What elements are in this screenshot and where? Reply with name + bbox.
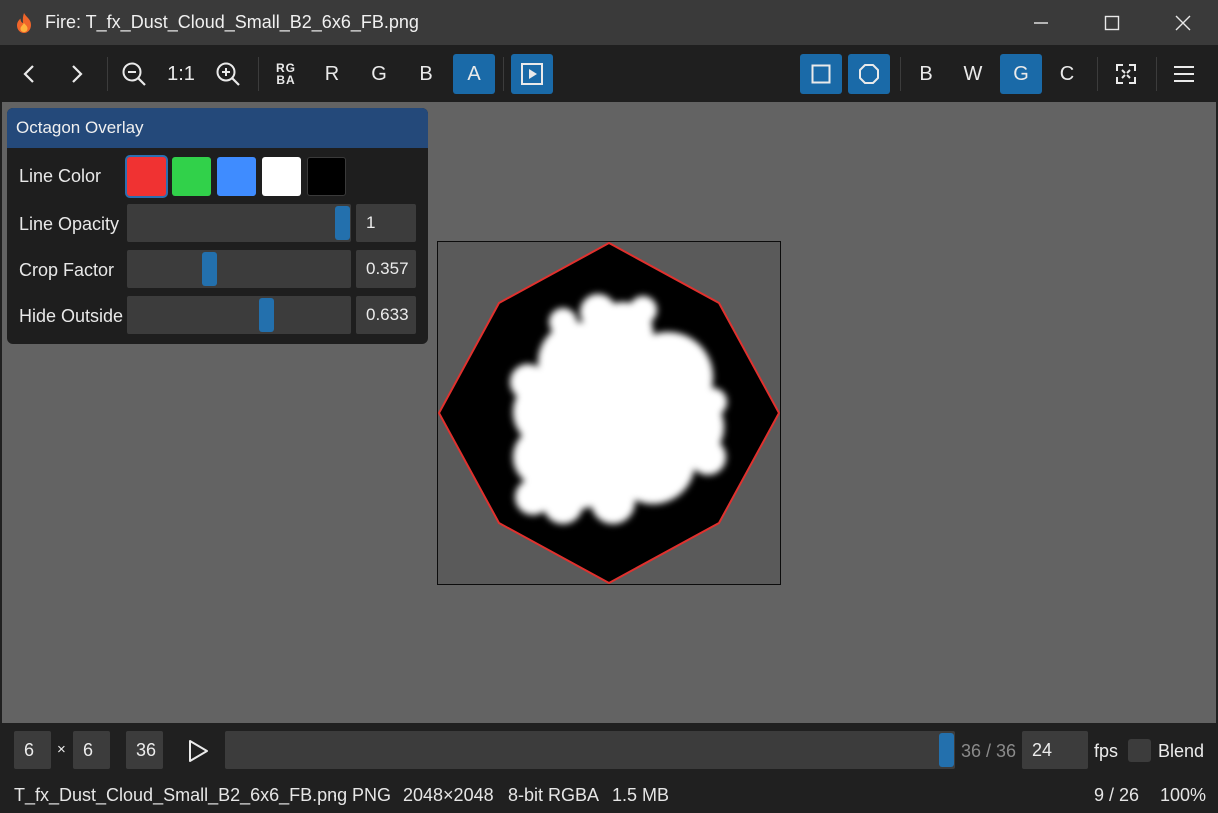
crop-factor-row: Crop Factor 0.357 [7, 250, 428, 290]
bottom-bar: 6 × 6 36 36 / 36 24 fps Blend T_fx_Dust_… [0, 723, 1218, 813]
toolbar: 1:1 RG BA R G B A B W G C [0, 45, 1218, 102]
play-icon [189, 740, 208, 762]
minimize-icon [1033, 21, 1048, 24]
rgba-icon-bottom: BA [276, 73, 296, 87]
times-sign: × [57, 741, 66, 758]
chevron-right-icon [72, 65, 83, 83]
background-black-button[interactable]: B [906, 54, 946, 94]
swatch-blue[interactable] [217, 157, 256, 196]
toolbar-divider [258, 57, 259, 91]
line-opacity-label: Line Opacity [19, 214, 120, 234]
hide-outside-row: Hide Outside 0.633 [7, 296, 428, 336]
status-page: 9 / 26 [1094, 785, 1140, 805]
fit-screen-button[interactable] [1106, 54, 1146, 94]
title-bar: Fire: T_fx_Dust_Cloud_Small_B2_6x6_FB.pn… [0, 0, 1218, 45]
swatch-green[interactable] [172, 157, 211, 196]
close-icon [1175, 15, 1190, 30]
background-gray-button[interactable]: G [1000, 54, 1042, 94]
fps-label: fps [1094, 741, 1119, 761]
background-checker-button[interactable]: C [1047, 54, 1087, 94]
toolbar-divider [1097, 57, 1098, 91]
status-zoom: 100% [1160, 785, 1207, 805]
frame-count-field[interactable]: 36 [126, 731, 163, 769]
channel-g-button[interactable]: G [359, 54, 399, 94]
fit-screen-icon [1116, 64, 1136, 84]
rows-field[interactable]: 6 [73, 731, 110, 769]
crop-factor-label: Crop Factor [19, 260, 115, 280]
rgba-icon: RG BA [276, 62, 296, 86]
slider-handle[interactable] [335, 206, 350, 240]
background-white-button[interactable]: W [953, 54, 993, 94]
toolbar-divider [503, 57, 504, 91]
status-filename: T_fx_Dust_Cloud_Small_B2_6x6_FB.png [14, 785, 348, 805]
columns-field[interactable]: 6 [14, 731, 51, 769]
fps-field[interactable]: 24 [1022, 731, 1088, 769]
close-button[interactable] [1147, 0, 1218, 45]
sprite-preview [437, 241, 781, 585]
toolbar-divider [107, 57, 108, 91]
line-color-label: Line Color [19, 166, 102, 186]
frame-counter: 36 / 36 [961, 741, 1017, 761]
zoom-out-button[interactable] [114, 54, 154, 94]
play-square-icon [521, 63, 543, 85]
hide-outside-value[interactable]: 0.633 [356, 296, 416, 334]
play-button[interactable] [183, 736, 213, 766]
line-opacity-value[interactable]: 1 [356, 204, 416, 242]
maximize-button[interactable] [1076, 0, 1147, 45]
zoom-in-button[interactable] [208, 54, 248, 94]
hide-outside-slider[interactable] [127, 296, 351, 334]
status-bit-depth: 8-bit RGBA [508, 785, 600, 805]
maximize-icon [1104, 15, 1119, 30]
crop-factor-value[interactable]: 0.357 [356, 250, 416, 288]
toolbar-divider [1156, 57, 1157, 91]
crop-factor-slider[interactable] [127, 250, 351, 288]
frame-timeline-slider[interactable] [225, 731, 955, 769]
minimize-button[interactable] [1005, 0, 1076, 45]
status-format: PNG [352, 785, 392, 805]
channel-rgba-button[interactable]: RG BA [266, 54, 306, 94]
zoom-in-icon [216, 62, 240, 86]
toolbar-divider [900, 57, 901, 91]
zoom-out-icon [122, 62, 146, 86]
blend-checkbox[interactable] [1128, 739, 1151, 762]
slider-handle[interactable] [201, 252, 217, 286]
square-overlay-toggle[interactable] [800, 54, 842, 94]
forward-button[interactable] [56, 54, 96, 94]
square-icon [811, 64, 831, 84]
status-dimensions: 2048×2048 [403, 785, 494, 805]
line-opacity-slider[interactable] [127, 204, 351, 242]
animation-play-toggle[interactable] [511, 54, 553, 94]
octagon-overlay-toggle[interactable] [848, 54, 890, 94]
panel-title: Octagon Overlay [7, 108, 428, 148]
status-file-size: 1.5 MB [612, 785, 670, 805]
hide-outside-label: Hide Outside [19, 306, 124, 326]
circle-icon [859, 64, 879, 84]
slider-handle[interactable] [259, 298, 275, 332]
back-button[interactable] [10, 54, 50, 94]
flame-icon [17, 12, 31, 33]
channel-b-button[interactable]: B [406, 54, 446, 94]
line-opacity-row: Line Opacity 1 [7, 204, 428, 244]
swatch-black[interactable] [307, 157, 346, 196]
swatch-white[interactable] [262, 157, 301, 196]
status-separator: · [332, 785, 338, 805]
hamburger-menu-icon [1174, 66, 1194, 82]
chevron-left-icon [23, 65, 34, 83]
blend-label: Blend [1158, 741, 1205, 761]
channel-r-button[interactable]: R [312, 54, 352, 94]
swatch-red[interactable] [127, 157, 166, 196]
menu-button[interactable] [1164, 54, 1204, 94]
channel-a-button[interactable]: A [453, 54, 495, 94]
octagon-overlay-panel: Octagon Overlay Line Color Line Opacity … [7, 108, 428, 344]
zoom-reset-button[interactable]: 1:1 [161, 54, 201, 94]
image-viewport[interactable] [437, 241, 781, 585]
window-title: Fire: T_fx_Dust_Cloud_Small_B2_6x6_FB.pn… [45, 12, 419, 32]
line-color-row: Line Color [7, 156, 428, 196]
timeline-handle[interactable] [939, 733, 954, 767]
